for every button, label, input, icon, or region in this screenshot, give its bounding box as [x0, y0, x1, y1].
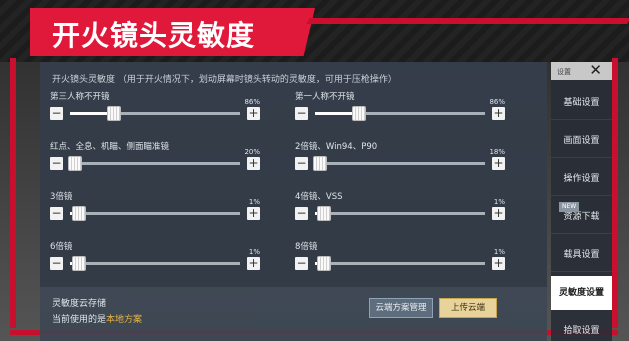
- menu-item[interactable]: 拾取设置: [551, 314, 612, 341]
- decrease-button[interactable]: −: [50, 207, 63, 220]
- sensitivity-slider-row: 第三人称不开镜 86% − +: [50, 90, 260, 130]
- cloud-scheme-manage-button[interactable]: 云端方案管理: [369, 298, 433, 318]
- section-description: 开火镜头灵敏度 （用于开火情况下，划动屏幕时镜头转动的灵敏度，可用于压枪操作）: [52, 75, 397, 85]
- decrease-button[interactable]: −: [295, 157, 308, 170]
- slider-thumb[interactable]: [71, 206, 86, 221]
- menu-item[interactable]: 基础设置: [551, 86, 612, 120]
- current-scheme-value: 本地方案: [106, 315, 143, 325]
- increase-button[interactable]: +: [492, 107, 505, 120]
- decrease-button[interactable]: −: [50, 107, 63, 120]
- slider-label: 8倍镜: [295, 242, 318, 252]
- slider-label: 2倍镜、Win94、P90: [295, 142, 378, 152]
- slider-thumb[interactable]: [71, 256, 86, 271]
- slider-thumb[interactable]: [68, 156, 83, 171]
- close-icon[interactable]: ✕: [589, 62, 602, 78]
- current-scheme-prefix: 当前使用的是: [52, 315, 107, 325]
- sensitivity-slider-row: 红点、全息、机瞄、侧面瞄准镜 20% − +: [50, 140, 260, 180]
- slider-thumb[interactable]: [107, 106, 122, 121]
- menu-item-label: 载具设置: [563, 250, 600, 260]
- sensitivity-slider-row: 8倍镜 1% − +: [295, 240, 505, 280]
- slider-value: 20%: [244, 148, 260, 156]
- menu-item-label: 基础设置: [563, 98, 600, 108]
- current-scheme-text: 当前使用的是本地方案: [52, 312, 142, 325]
- increase-button[interactable]: +: [247, 157, 260, 170]
- menu-item-label: 资源下载: [563, 212, 600, 222]
- slider-label: 6倍镜: [50, 242, 73, 252]
- slider-track[interactable]: [70, 256, 240, 271]
- cloud-storage-label: 灵敏度云存储: [52, 299, 107, 309]
- slider-value: 18%: [489, 148, 505, 156]
- new-badge: NEW: [559, 202, 580, 212]
- increase-button[interactable]: +: [492, 257, 505, 270]
- slider-label: 第三人称不开镜: [50, 92, 110, 102]
- slider-label: 第一人称不开镜: [295, 92, 355, 102]
- menu-item-label: 操作设置: [563, 174, 600, 184]
- decrease-button[interactable]: −: [295, 207, 308, 220]
- decrease-button[interactable]: −: [50, 157, 63, 170]
- slider-value: 1%: [493, 198, 505, 206]
- decrease-button[interactable]: −: [295, 107, 308, 120]
- sensitivity-settings-area: 开火镜头灵敏度 （用于开火情况下，划动屏幕时镜头转动的灵敏度，可用于压枪操作） …: [40, 62, 547, 287]
- menu-item-label: 拾取设置: [563, 326, 600, 336]
- decrease-button[interactable]: −: [50, 257, 63, 270]
- slider-thumb[interactable]: [316, 206, 331, 221]
- increase-button[interactable]: +: [492, 207, 505, 220]
- increase-button[interactable]: +: [247, 207, 260, 220]
- slider-thumb[interactable]: [352, 106, 367, 121]
- slider-thumb[interactable]: [313, 156, 328, 171]
- slider-track[interactable]: [315, 206, 485, 221]
- sensitivity-slider-row: 第一人称不开镜 86% − +: [295, 90, 505, 130]
- slider-label: 3倍镜: [50, 192, 73, 202]
- slider-track[interactable]: [70, 106, 240, 121]
- slider-label: 红点、全息、机瞄、侧面瞄准镜: [50, 142, 170, 152]
- menu-item[interactable]: 画面设置: [551, 124, 612, 158]
- menu-item[interactable]: 资源下载 NEW: [551, 200, 612, 234]
- slider-value: 86%: [244, 98, 260, 106]
- slider-value: 86%: [489, 98, 505, 106]
- increase-button[interactable]: +: [247, 107, 260, 120]
- menu-item[interactable]: 操作设置: [551, 162, 612, 196]
- slider-value: 1%: [493, 248, 505, 256]
- slider-track[interactable]: [68, 156, 240, 171]
- sensitivity-slider-row: 2倍镜、Win94、P90 18% − +: [295, 140, 505, 180]
- slider-label: 4倍镜、VSS: [295, 192, 343, 202]
- slider-track[interactable]: [315, 106, 485, 121]
- slider-track[interactable]: [70, 206, 240, 221]
- red-frame-left: [10, 58, 16, 328]
- decrease-button[interactable]: −: [295, 257, 308, 270]
- settings-sidebar-menu: 设置 ✕ 基础设置画面设置操作设置资源下载 NEW 载具设置灵敏度设置拾取设置: [551, 62, 612, 341]
- menu-header-label: 设置: [557, 68, 571, 76]
- page-title: 开火镜头灵敏度: [52, 19, 256, 52]
- sensitivity-slider-row: 4倍镜、VSS 1% − +: [295, 190, 505, 230]
- menu-item[interactable]: 灵敏度设置: [551, 276, 612, 310]
- settings-panel: 开火镜头灵敏度 （用于开火情况下，划动屏幕时镜头转动的灵敏度，可用于压枪操作） …: [40, 62, 547, 341]
- slider-value: 1%: [248, 248, 260, 256]
- menu-item-label: 灵敏度设置: [558, 288, 604, 298]
- red-frame-top: [306, 18, 629, 24]
- slider-thumb[interactable]: [316, 256, 331, 271]
- game-settings-screen: 开火镜头灵敏度 开火镜头灵敏度 （用于开火情况下，划动屏幕时镜头转动的灵敏度，可…: [0, 0, 629, 341]
- slider-track[interactable]: [313, 156, 485, 171]
- increase-button[interactable]: +: [247, 257, 260, 270]
- red-frame-right: [612, 58, 618, 328]
- menu-header: 设置 ✕: [551, 62, 612, 80]
- slider-value: 1%: [248, 198, 260, 206]
- slider-track[interactable]: [315, 256, 485, 271]
- sensitivity-slider-row: 6倍镜 1% − +: [50, 240, 260, 280]
- increase-button[interactable]: +: [492, 157, 505, 170]
- upload-cloud-button[interactable]: 上传云端: [439, 298, 497, 318]
- sensitivity-slider-row: 3倍镜 1% − +: [50, 190, 260, 230]
- menu-item-label: 画面设置: [563, 136, 600, 146]
- menu-item[interactable]: 载具设置: [551, 238, 612, 272]
